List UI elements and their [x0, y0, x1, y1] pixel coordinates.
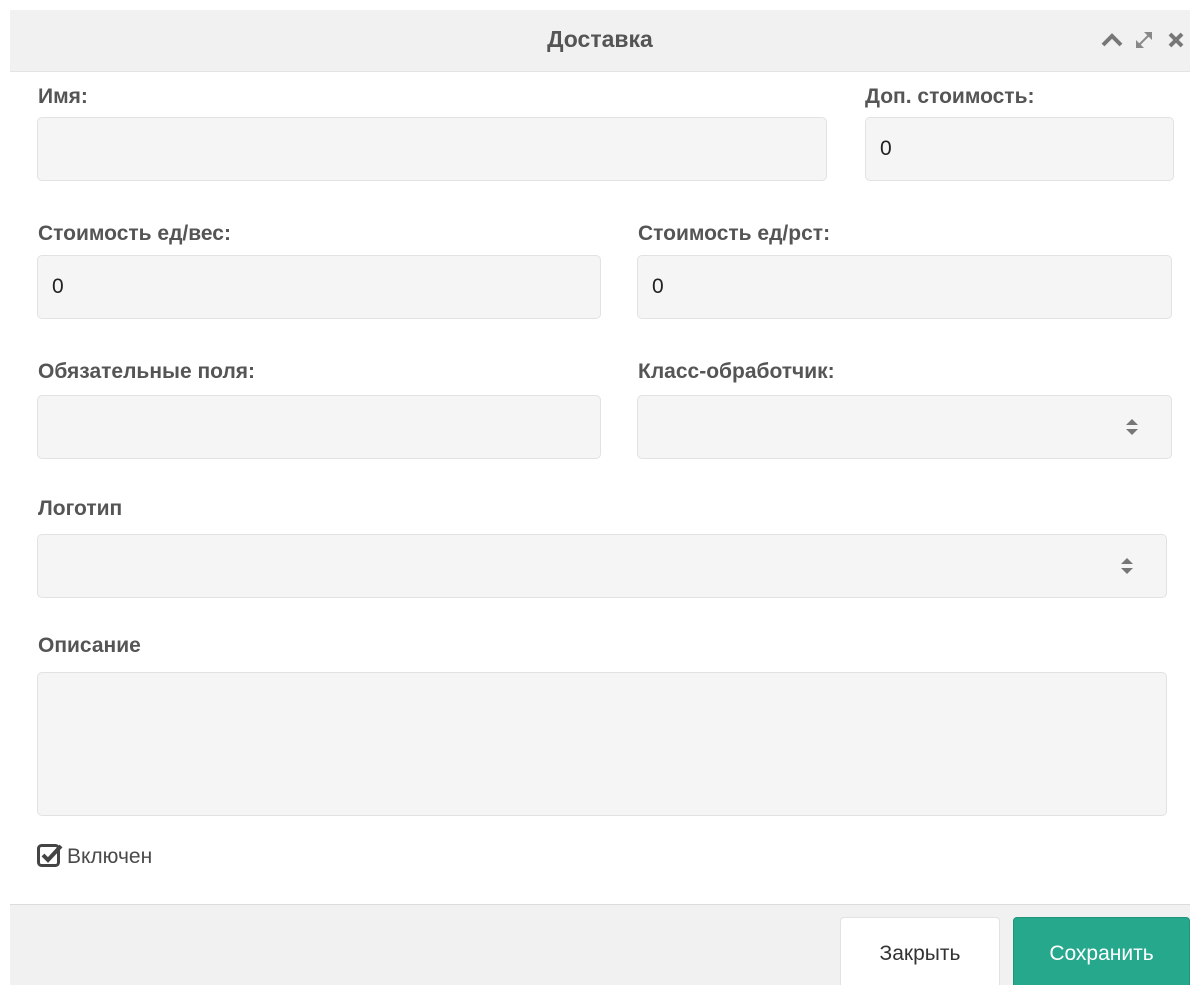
logo-label: Логотип [38, 497, 123, 520]
dialog-footer: Закрыть Сохранить [10, 904, 1190, 985]
checkbox-checked-icon[interactable] [37, 842, 63, 873]
expand-icon[interactable] [1130, 26, 1158, 54]
select-arrows-icon [1121, 558, 1133, 574]
dialog-title: Доставка [547, 26, 653, 52]
dialog-titlebar: Доставка [10, 10, 1190, 72]
required-fields-label: Обязательные поля: [38, 360, 256, 383]
close-icon[interactable] [1162, 26, 1190, 54]
save-button[interactable]: Сохранить [1013, 917, 1190, 985]
enabled-label: Включен [67, 845, 153, 868]
titlebar-controls [1094, 26, 1190, 54]
description-label: Описание [38, 634, 141, 657]
select-arrows-icon [1126, 419, 1138, 435]
extra-cost-label: Доп. стоимость: [865, 85, 1035, 108]
extra-cost-input[interactable]: 0 [865, 117, 1174, 181]
cost-per-weight-input[interactable]: 0 [37, 255, 601, 319]
description-textarea[interactable] [37, 672, 1167, 816]
delivery-dialog: Доставка Имя: Доп. стоимость: 0 Стоимост… [10, 10, 1190, 985]
chevron-up-icon[interactable] [1098, 26, 1126, 54]
handler-class-select[interactable] [637, 395, 1172, 459]
cost-per-rst-input[interactable]: 0 [637, 255, 1172, 319]
cost-per-weight-label: Стоимость ед/вес: [38, 222, 231, 245]
logo-select[interactable] [37, 534, 1167, 598]
close-button[interactable]: Закрыть [840, 917, 1000, 985]
name-input[interactable] [37, 117, 827, 181]
name-label: Имя: [38, 85, 88, 108]
required-fields-input[interactable] [37, 395, 601, 459]
enabled-checkbox[interactable]: Включен [37, 843, 152, 871]
cost-per-rst-label: Стоимость ед/рст: [638, 222, 831, 245]
handler-class-label: Класс-обработчик: [638, 360, 835, 383]
